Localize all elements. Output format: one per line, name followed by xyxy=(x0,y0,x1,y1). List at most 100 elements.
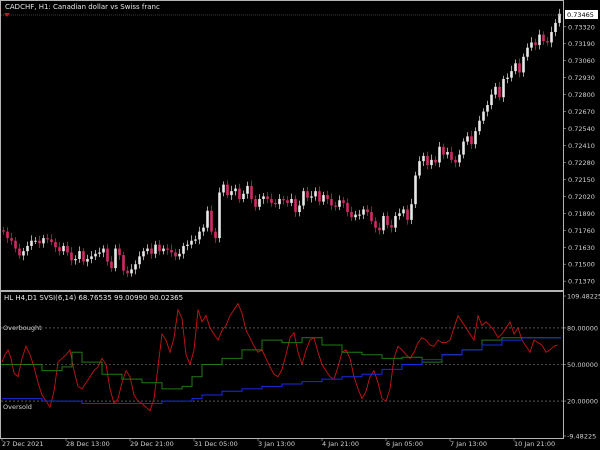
candle-body xyxy=(358,214,361,216)
candle-body xyxy=(422,155,425,162)
price-scale-label: 0.73320 xyxy=(568,23,595,31)
candle-body xyxy=(466,136,469,142)
candle-body xyxy=(78,251,81,259)
candle-body xyxy=(394,215,397,228)
candle-body xyxy=(518,63,521,73)
candle-body xyxy=(374,221,377,228)
trading-chart-window[interactable]: 0.73320 0.73190 0.73060 0.72930 0.72800 0.726… xyxy=(0,0,600,450)
candle-body xyxy=(270,198,273,203)
candle-body xyxy=(250,185,253,199)
candle-body xyxy=(66,245,69,253)
candle-body xyxy=(318,191,321,202)
candle-body xyxy=(326,195,329,199)
candle-body xyxy=(246,185,249,194)
candle-body xyxy=(530,42,533,48)
price-scale-label: 0.73190 xyxy=(568,40,595,48)
candle-body xyxy=(206,210,209,228)
indicator-scale-label: -9.48225 xyxy=(567,433,596,441)
candle-body xyxy=(278,198,281,205)
candle-body xyxy=(290,198,293,203)
time-label: 3 Jan 13:00 xyxy=(258,440,295,448)
candle-body xyxy=(514,63,517,72)
candle-body xyxy=(350,212,353,218)
candle-body xyxy=(538,34,541,46)
price-scale-label: 0.71760 xyxy=(568,227,595,235)
time-label: 27 Dec 2021 xyxy=(2,440,44,448)
candle-body xyxy=(470,136,473,145)
price-scale-label: 0.72670 xyxy=(568,108,595,116)
candle-body xyxy=(210,210,213,232)
time-label: 7 Jan 13:00 xyxy=(450,440,487,448)
candle-body xyxy=(222,184,225,193)
candle-body xyxy=(126,270,129,274)
candle-body xyxy=(2,230,5,232)
time-label: 6 Jan 05:00 xyxy=(386,440,423,448)
indicator-scale[interactable]: 109.48225 80.00000 50.00000 20.00000 -9.4822… xyxy=(563,293,600,441)
candle-body xyxy=(70,252,73,261)
candle-body xyxy=(110,261,113,269)
candle-body xyxy=(378,227,381,231)
candle-body xyxy=(414,175,417,205)
time-axis[interactable]: 27 Dec 2021 28 Dec 13:00 29 Dec 21:00 31 De… xyxy=(1,438,555,448)
candle-body xyxy=(202,227,205,232)
time-label: 29 Dec 21:00 xyxy=(130,440,174,448)
candlestick-series[interactable] xyxy=(2,8,561,278)
indicator-title: HL H4,D1 SVSI(6,14) 68.76535 99.00990 90… xyxy=(4,294,183,302)
candle-body xyxy=(26,245,29,252)
indicator-scale-label: 20.00000 xyxy=(567,398,598,406)
candle-body xyxy=(298,205,301,213)
candle-body xyxy=(170,249,173,253)
candle-body xyxy=(386,215,389,226)
price-scale-label: 0.71370 xyxy=(568,278,595,286)
candle-body xyxy=(238,188,241,199)
candle-body xyxy=(82,251,85,262)
candle-body xyxy=(190,240,193,245)
candle-body xyxy=(90,256,93,259)
candle-body xyxy=(482,111,485,121)
candle-body xyxy=(306,191,309,198)
candle-body xyxy=(410,204,413,220)
candle-body xyxy=(214,231,217,239)
candle-body xyxy=(74,258,77,261)
candle-body xyxy=(234,188,237,192)
candle-body xyxy=(50,239,53,243)
price-scale-label: 0.72280 xyxy=(568,159,595,167)
price-scale-label: 0.72930 xyxy=(568,74,595,82)
candle-body xyxy=(34,240,37,242)
current-price-tag-text: 0.73465 xyxy=(567,11,594,19)
candle-body xyxy=(382,215,385,231)
candle-body xyxy=(354,214,357,218)
price-scale[interactable]: 0.73320 0.73190 0.73060 0.72930 0.72800 0.726… xyxy=(563,23,595,286)
candle-body xyxy=(454,159,457,163)
candle-body xyxy=(478,120,481,132)
price-panel-frame xyxy=(0,0,564,291)
overbought-label: Overbought xyxy=(3,324,42,332)
indicator-line-series[interactable] xyxy=(1,302,561,412)
candle-body xyxy=(442,146,445,155)
candle-body xyxy=(230,191,233,196)
candle-body xyxy=(418,161,421,176)
current-price-tag: 0.73465 xyxy=(565,10,598,19)
candle-body xyxy=(434,159,437,163)
price-scale-label: 0.73060 xyxy=(568,57,595,65)
candle-body xyxy=(550,32,553,43)
candle-body xyxy=(402,209,405,214)
time-label: 10 Jan 21:00 xyxy=(514,440,555,448)
candle-body xyxy=(266,196,269,199)
candle-body xyxy=(130,269,133,274)
candle-body xyxy=(526,47,529,57)
candle-body xyxy=(262,196,265,199)
candle-body xyxy=(134,264,137,270)
candle-body xyxy=(146,248,149,252)
candle-body xyxy=(498,86,501,98)
candle-body xyxy=(102,248,105,253)
indicator-scale-label: 50.00000 xyxy=(567,361,598,369)
oversold-label: Oversold xyxy=(3,403,32,411)
candle-body xyxy=(294,198,297,213)
candle-body xyxy=(486,105,489,112)
candle-body xyxy=(194,239,197,241)
candle-body xyxy=(54,242,57,248)
price-scale-label: 0.72020 xyxy=(568,193,595,201)
candle-body xyxy=(342,200,345,203)
candle-body xyxy=(182,245,185,254)
